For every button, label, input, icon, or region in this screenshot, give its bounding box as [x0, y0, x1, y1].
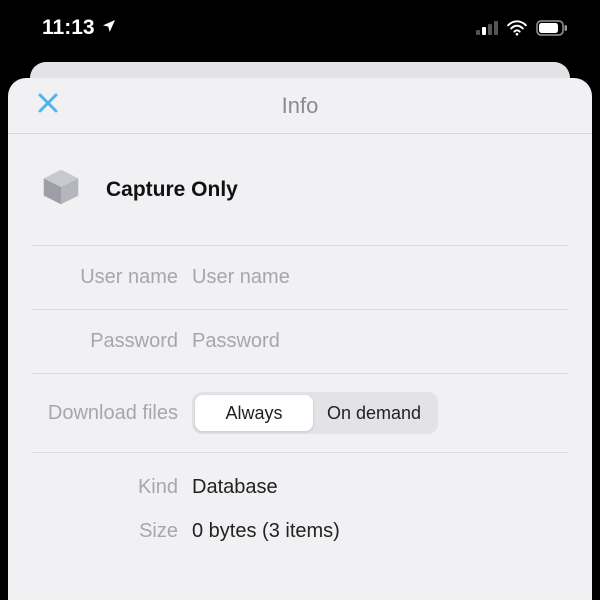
navbar: Info: [8, 78, 592, 134]
battery-icon: [536, 20, 568, 36]
database-header: Capture Only: [32, 134, 568, 245]
download-files-row: Download files Always On demand: [32, 373, 568, 452]
location-icon: [101, 16, 117, 40]
close-button[interactable]: [30, 88, 66, 124]
username-input[interactable]: [192, 266, 568, 289]
kind-label: Kind: [32, 476, 192, 499]
username-label: User name: [32, 266, 192, 289]
password-label: Password: [32, 330, 192, 353]
seg-always[interactable]: Always: [195, 395, 313, 431]
status-time: 11:13: [42, 16, 95, 40]
password-input[interactable]: [192, 330, 568, 353]
database-cube-icon: [38, 164, 84, 215]
kind-value: Database: [192, 476, 568, 499]
size-label: Size: [32, 520, 192, 543]
seg-on-demand[interactable]: On demand: [313, 395, 435, 431]
status-right: [476, 20, 568, 36]
content: Capture Only User name Password Download…: [8, 134, 592, 553]
download-files-label: Download files: [32, 402, 192, 425]
database-name: Capture Only: [106, 178, 238, 202]
status-bar: 11:13: [0, 0, 600, 62]
modal-stack: Info Capture Only User name: [0, 62, 600, 600]
size-value: 0 bytes (3 items): [192, 520, 568, 543]
kind-row: Kind Database: [32, 465, 568, 509]
info-rows: Kind Database Size 0 bytes (3 items): [32, 452, 568, 553]
download-mode-segmented[interactable]: Always On demand: [192, 392, 438, 434]
status-left: 11:13: [42, 16, 117, 40]
password-row: Password: [32, 309, 568, 373]
username-row: User name: [32, 245, 568, 309]
page-title: Info: [8, 93, 592, 119]
info-sheet: Info Capture Only User name: [8, 78, 592, 600]
close-icon: [37, 92, 59, 119]
size-row: Size 0 bytes (3 items): [32, 509, 568, 553]
cell-signal-icon: [476, 21, 498, 35]
wifi-icon: [506, 20, 528, 36]
